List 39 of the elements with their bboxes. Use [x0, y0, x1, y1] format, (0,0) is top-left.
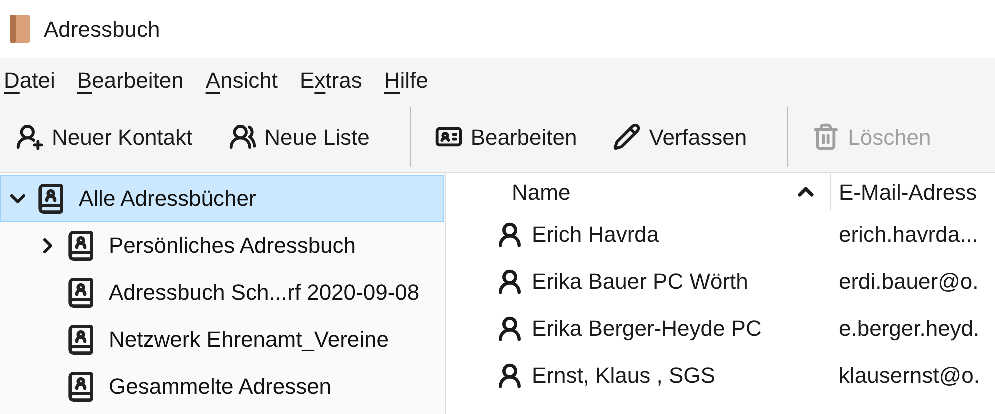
contact-email: e.berger.heyd. [838, 315, 980, 343]
contact-name: Erika Berger-Heyde PC [532, 315, 762, 343]
window-title: Adressbuch [44, 16, 160, 44]
menu-item[interactable]: Ansicht [206, 64, 278, 96]
tree-item[interactable]: Netzwerk Ehrenamt_Vereine [0, 316, 444, 363]
tree-item[interactable]: Alle Adressbücher [0, 175, 444, 222]
pencil-icon [613, 123, 642, 151]
contact-email: erich.havrda... [838, 221, 978, 249]
book-icon [8, 14, 32, 44]
column-header[interactable]: Name [512, 176, 794, 208]
contact-email: erdi.bauer@o. [838, 268, 979, 296]
add-person-icon [16, 123, 44, 151]
person-icon [496, 268, 524, 296]
tree-item-label: Netzwerk Ehrenamt_Vereine [109, 326, 390, 354]
menu-item[interactable]: Extras [300, 64, 362, 96]
contact-name: Erika Bauer PC Wörth [532, 268, 748, 296]
add-group-icon [228, 123, 257, 151]
person-icon [496, 220, 524, 248]
person-icon [496, 362, 524, 390]
column-header[interactable]: E-Mail-Adress [831, 176, 978, 208]
trash-icon [812, 123, 840, 151]
toolbar-button[interactable]: Bearbeiten [426, 112, 586, 162]
tree-item-label: Persönliches Adressbuch [109, 232, 356, 260]
menu-item[interactable]: Datei [4, 64, 56, 96]
contact-name: Ernst, Klaus , SGS [532, 362, 716, 390]
menu-item[interactable]: Hilfe [384, 64, 428, 96]
toolbar-button[interactable]: Verfassen [605, 112, 756, 162]
contact-email: klausernst@o. [838, 362, 980, 390]
tree-item-label: Adressbuch Sch...rf 2020-09-08 [109, 279, 420, 307]
tree-item[interactable]: Gesammelte Adressen [0, 363, 444, 410]
tree-item[interactable]: Adressbuch Sch...rf 2020-09-08 [0, 269, 444, 316]
contact-name: Erich Havrda [532, 221, 660, 249]
tree-item-label: Alle Adressbücher [79, 185, 256, 213]
tree-item-label: Gesammelte Adressen [109, 373, 332, 401]
person-icon [496, 314, 524, 342]
tree-item[interactable]: Persönliches Adressbuch [0, 222, 444, 269]
menu-item[interactable]: Bearbeiten [77, 64, 184, 96]
toolbar-button[interactable]: Neue Liste [220, 112, 378, 162]
toolbar-button[interactable]: Neuer Kontakt [8, 112, 201, 162]
